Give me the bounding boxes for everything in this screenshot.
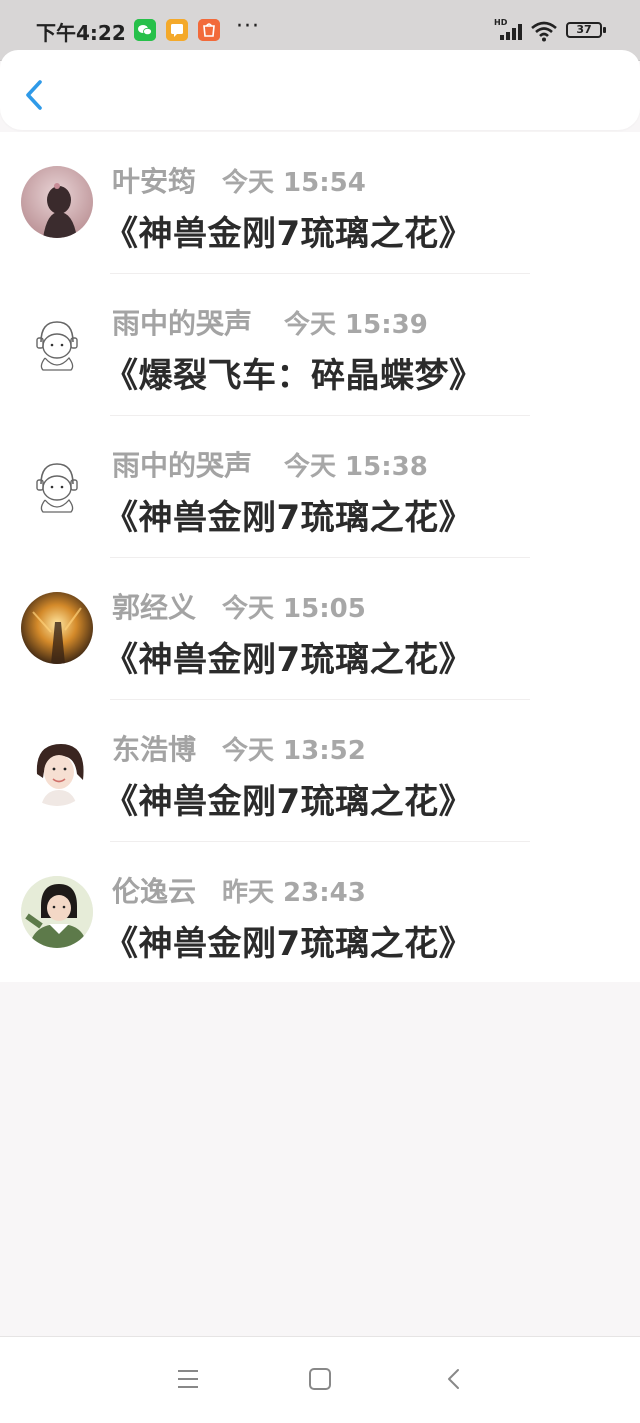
status-time: 下午4:22 (36, 21, 126, 45)
chevron-left-icon[interactable] (20, 77, 50, 113)
comment-time: 今天 15:38 (284, 452, 428, 482)
comment-time: 今天 15:39 (284, 310, 428, 340)
home-icon[interactable] (308, 1368, 332, 1390)
comment-time: 今天 15:05 (222, 594, 366, 624)
top-bar (0, 50, 640, 130)
avatar[interactable] (21, 734, 93, 806)
avatar[interactable] (21, 876, 93, 948)
comment-title[interactable]: 《神兽金刚7琉璃之花》 (104, 632, 473, 681)
username[interactable]: 东浩博 (112, 728, 196, 768)
comment-title[interactable]: 《爆裂飞车：碎晶蝶梦》 (104, 348, 484, 397)
comment-title[interactable]: 《神兽金刚7琉璃之花》 (104, 206, 473, 255)
list-item[interactable]: 伦逸云 昨天 23:43 《神兽金刚7琉璃之花》 (0, 842, 640, 984)
comment-title[interactable]: 《神兽金刚7琉璃之花》 (104, 774, 473, 823)
comment-time: 昨天 23:43 (222, 878, 366, 908)
username[interactable]: 雨中的哭声 (112, 302, 252, 342)
wifi-icon (531, 21, 557, 42)
back-icon[interactable] (444, 1368, 464, 1390)
navigation-bar (0, 1336, 640, 1423)
wechat-icon (134, 19, 156, 41)
list-item[interactable]: 东浩博 今天 13:52 《神兽金刚7琉璃之花》 (0, 700, 640, 842)
list-item[interactable]: 雨中的哭声 今天 15:39 《爆裂飞车：碎晶蝶梦》 (0, 274, 640, 416)
username[interactable]: 郭经义 (112, 586, 196, 626)
comment-time: 今天 15:54 (222, 168, 366, 198)
more-notifications-icon: ··· (236, 14, 260, 39)
mi-store-icon (198, 19, 220, 41)
avatar[interactable] (21, 308, 93, 380)
username[interactable]: 叶安筠 (112, 160, 196, 200)
notes-icon (166, 19, 188, 41)
comment-time: 今天 13:52 (222, 736, 366, 766)
signal-icon (500, 24, 524, 40)
username[interactable]: 雨中的哭声 (112, 444, 252, 484)
avatar[interactable] (21, 592, 93, 664)
comment-title[interactable]: 《神兽金刚7琉璃之花》 (104, 490, 473, 539)
avatar[interactable] (21, 450, 93, 522)
menu-icon[interactable] (176, 1368, 200, 1390)
list-item[interactable]: 叶安筠 今天 15:54 《神兽金刚7琉璃之花》 (0, 132, 640, 274)
list-item[interactable]: 雨中的哭声 今天 15:38 《神兽金刚7琉璃之花》 (0, 416, 640, 558)
comment-list: 叶安筠 今天 15:54 《神兽金刚7琉璃之花》 雨中的哭声 今天 15:39 … (0, 132, 640, 982)
avatar[interactable] (21, 166, 93, 238)
username[interactable]: 伦逸云 (112, 870, 196, 910)
list-item[interactable]: 郭经义 今天 15:05 《神兽金刚7琉璃之花》 (0, 558, 640, 700)
battery-icon: 37 (566, 22, 606, 38)
comment-title[interactable]: 《神兽金刚7琉璃之花》 (104, 916, 473, 965)
